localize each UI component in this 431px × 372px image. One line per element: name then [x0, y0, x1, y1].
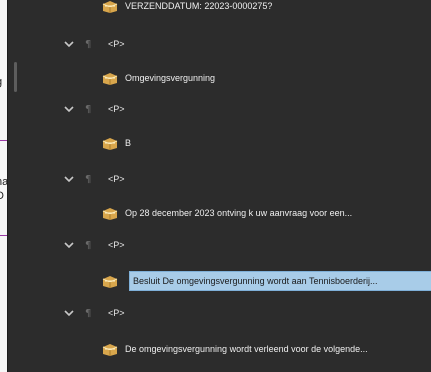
chevron-down-icon[interactable]: [63, 38, 75, 50]
container-box-icon: [102, 1, 118, 13]
container-box-icon: [102, 138, 118, 150]
pilcrow-icon: ¶: [85, 307, 92, 319]
pilcrow-icon: ¶: [85, 173, 92, 185]
chevron-down-icon[interactable]: [63, 173, 75, 185]
tree-tag-label: <P>: [108, 174, 125, 184]
tree-tag-row[interactable]: ¶ <P>: [8, 232, 431, 258]
tree-content-label: Besluit De omgevingsvergunning wordt aan…: [133, 276, 378, 286]
pilcrow-icon: ¶: [85, 239, 92, 251]
tree-tag-row[interactable]: ¶ <P>: [8, 300, 431, 326]
tree-content-row[interactable]: B: [8, 130, 431, 156]
chevron-down-icon[interactable]: [63, 307, 75, 319]
tree-tag-label: <P>: [108, 104, 125, 114]
tree-content-label: VERZENDDATUM: 22023-0000275?: [125, 1, 273, 11]
tree-tag-row[interactable]: ¶ <P>: [8, 166, 431, 192]
tree-content-row[interactable]: De omgevingsvergunning wordt verleend vo…: [8, 336, 431, 362]
tree-content-label: B: [125, 138, 132, 148]
container-box-icon: [102, 208, 118, 220]
tree-tag-label: <P>: [108, 39, 125, 49]
tree-tag-label: <P>: [108, 308, 125, 318]
chevron-down-icon[interactable]: [63, 103, 75, 115]
tree-content-row[interactable]: Omgevingsvergunning: [8, 65, 431, 91]
container-box-icon: [102, 73, 118, 85]
container-box-icon: [102, 276, 118, 288]
tree-content-label: Omgevingsvergunning: [125, 73, 216, 83]
container-box-icon: [102, 344, 118, 356]
pilcrow-icon: ¶: [85, 103, 92, 115]
doc-text-fragment: g: [0, 77, 2, 88]
document-page-edge: g r na D: [0, 0, 7, 372]
tree-content-row-selected[interactable]: Besluit De omgevingsvergunning wordt aan…: [8, 268, 431, 294]
tree-tag-label: <P>: [108, 240, 125, 250]
tree-content-label: De omgevingsvergunning wordt verleend vo…: [125, 344, 368, 354]
tree-tag-row[interactable]: ¶ <P>: [8, 96, 431, 122]
tags-panel-viewport: g r na D VERZENDDATUM: 22023-0000275? ¶ …: [0, 0, 431, 372]
tree-content-row[interactable]: Op 28 december 2023 ontving k uw aanvraa…: [8, 200, 431, 226]
chevron-down-icon[interactable]: [63, 239, 75, 251]
tree-content-label: Op 28 december 2023 ontving k uw aanvraa…: [125, 208, 353, 218]
pilcrow-icon: ¶: [85, 38, 92, 50]
tree-content-row[interactable]: VERZENDDATUM: 22023-0000275?: [8, 0, 431, 19]
doc-selection-outline: [0, 140, 7, 236]
tree-tag-row[interactable]: ¶ <P>: [8, 31, 431, 57]
